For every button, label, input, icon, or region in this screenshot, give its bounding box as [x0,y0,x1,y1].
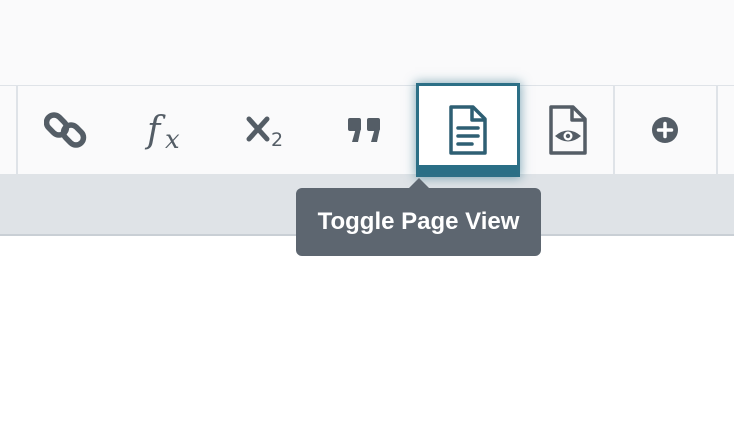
toggle-page-view-button[interactable] [419,86,517,174]
quote-icon [348,118,380,142]
tooltip: Toggle Page View [296,178,541,256]
formatting-toolbar: f x 2 [0,86,734,174]
tooltip-text: Toggle Page View [317,208,520,235]
function-glyph-sub: x [165,125,180,152]
insert-button[interactable] [615,86,715,174]
subscript-glyph-sub: 2 [271,129,283,151]
link-icon [44,112,87,148]
subscript-icon: 2 [246,116,283,151]
blockquote-button[interactable] [315,86,415,174]
function-glyph-main: f [144,110,166,151]
editor-window: f x 2 Toggle Page View [0,0,734,422]
function-icon: f x [144,110,180,152]
subscript-button[interactable]: 2 [217,86,317,174]
header-area [0,0,734,86]
editor-content-area[interactable] [0,236,734,422]
document-icon [449,105,487,155]
plus-circle-icon [652,117,678,143]
tooltip-arrow [407,178,430,189]
formula-button[interactable]: f x [118,86,218,174]
active-indicator [419,165,517,174]
preview-button[interactable] [518,86,618,174]
toolbar-separator [716,86,718,174]
document-eye-icon [549,105,587,155]
link-button[interactable] [16,86,116,174]
